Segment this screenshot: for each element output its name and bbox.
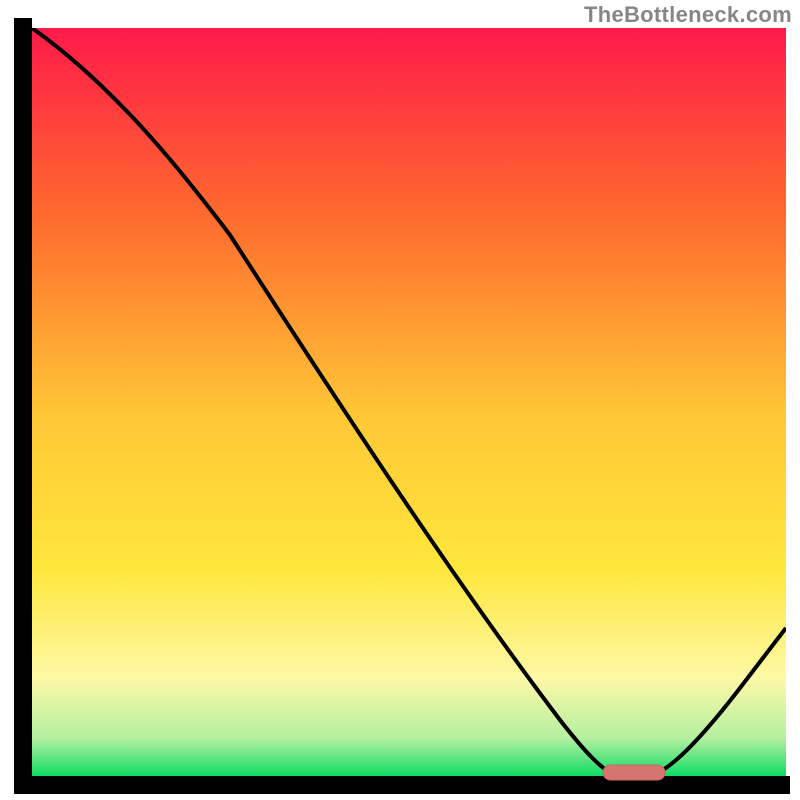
gradient-background bbox=[32, 28, 786, 776]
bottleneck-chart-svg bbox=[0, 0, 800, 800]
watermark-text: TheBottleneck.com bbox=[584, 2, 792, 28]
optimal-range-marker bbox=[603, 765, 665, 780]
chart-frame: TheBottleneck.com bbox=[0, 0, 800, 800]
y-axis bbox=[14, 18, 32, 790]
x-axis bbox=[14, 776, 790, 794]
